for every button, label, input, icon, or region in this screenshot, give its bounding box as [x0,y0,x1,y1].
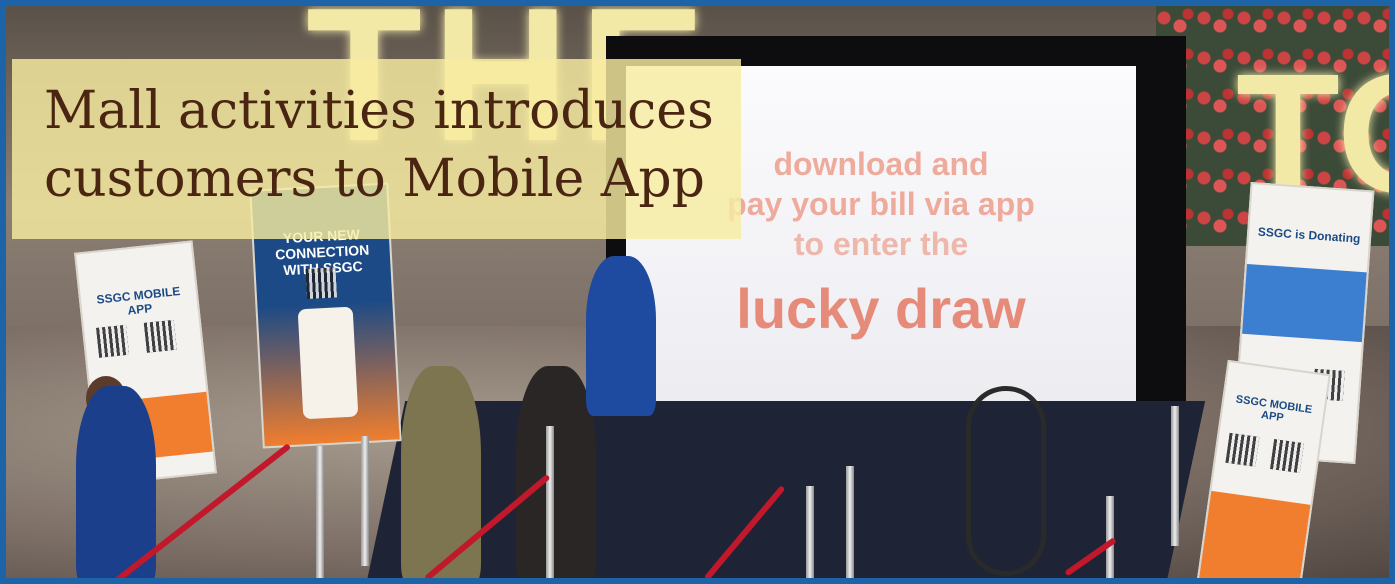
bicycle-prize [966,386,1046,576]
person-staff [76,386,156,578]
person-seated [586,256,656,416]
standee-photo [1242,263,1367,343]
qr-code-icon [143,319,177,353]
stage-carpet [366,401,1206,578]
screen-line-4: lucky draw [736,277,1026,340]
headline-banner: Mall activities introduces customers to … [12,59,741,239]
headline: Mall activities introduces customers to … [44,77,714,213]
stanchion-post [546,426,554,578]
stanchion-post [316,446,324,578]
person-visitor [516,366,596,578]
headline-line-2: customers to Mobile App [44,149,705,209]
stanchion-post [846,466,854,578]
standee-left-title: SSGC MOBILE APP [95,284,181,318]
qr-code-icon [305,267,338,299]
qr-code-icon [1225,432,1260,467]
phone-graphic [297,306,359,420]
qr-code-icon [1270,439,1304,474]
stanchion-post [806,486,814,578]
photo-frame: THE TO download and pay your bill via ap… [0,0,1395,584]
standee-right-bottom-title: SSGC MOBILE APP [1235,393,1313,425]
standee-right-title: SSGC is Donating [1257,224,1361,246]
stanchion-post [361,436,369,566]
stanchion-post [1171,406,1179,546]
qr-code-icon [96,324,130,358]
standee-band [1198,490,1311,578]
headline-line-1: Mall activities introduces [44,81,714,141]
